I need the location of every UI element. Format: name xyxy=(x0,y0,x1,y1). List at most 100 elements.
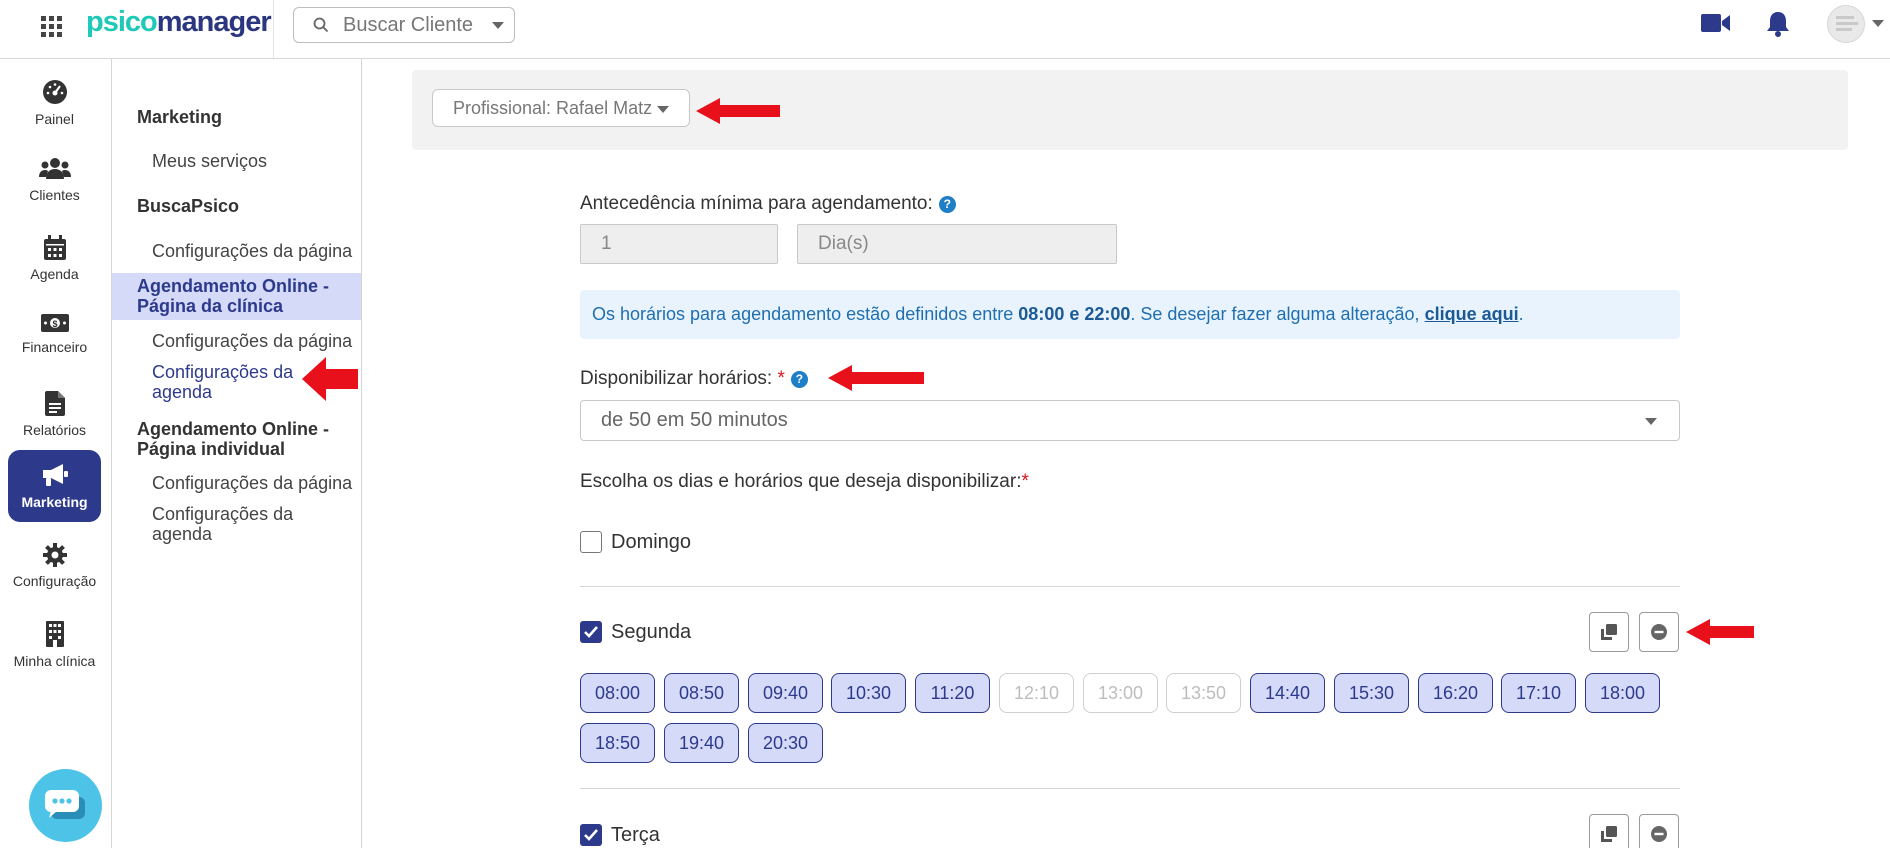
day-label-segunda: Segunda xyxy=(611,621,692,643)
user-avatar[interactable] xyxy=(1827,5,1865,43)
change-hours-link[interactable]: clique aqui xyxy=(1425,304,1519,325)
time-slot[interactable]: 20:30 xyxy=(748,723,823,763)
checkmark-icon xyxy=(584,829,598,841)
required-mark: * xyxy=(777,368,785,389)
time-slot[interactable]: 08:00 xyxy=(580,673,655,713)
day-label-terca: Terça xyxy=(611,824,660,846)
heading-line: Página da clínica xyxy=(137,296,284,316)
calendar-icon xyxy=(43,235,66,260)
link-line: agenda xyxy=(152,382,213,402)
time-slot[interactable]: 08:50 xyxy=(664,673,739,713)
divider xyxy=(580,788,1680,789)
info-text: . Se desejar fazer alguma alteração, xyxy=(1130,304,1420,324)
submenu-heading-buscapsico: BuscaPsico xyxy=(137,196,240,216)
time-slot[interactable]: 18:00 xyxy=(1585,673,1660,713)
copy-icon xyxy=(1601,826,1617,842)
clear-hours-button[interactable] xyxy=(1639,612,1679,652)
nav-label: Relatórios xyxy=(22,422,87,438)
annotation-arrow-left xyxy=(696,98,780,124)
escolha-dias-label: Escolha os dias e horários que deseja di… xyxy=(580,471,1029,493)
submenu-link-buscapsico-config[interactable]: Configurações da página xyxy=(152,241,352,261)
professional-select[interactable]: Profissional: Rafael Matz xyxy=(432,89,690,127)
apps-grid-icon[interactable] xyxy=(40,15,62,37)
time-slot[interactable]: 18:50 xyxy=(580,723,655,763)
minus-circle-icon xyxy=(1651,624,1667,640)
required-mark: * xyxy=(1021,471,1029,492)
time-slot[interactable]: 11:20 xyxy=(915,673,990,713)
nav-item-painel[interactable]: Painel xyxy=(8,67,101,139)
copy-icon xyxy=(1601,624,1617,640)
time-slot[interactable]: 17:10 xyxy=(1501,673,1576,713)
checkmark-icon xyxy=(584,626,598,638)
info-text: . xyxy=(1518,304,1524,324)
time-slot[interactable]: 15:30 xyxy=(1334,673,1409,713)
submenu-heading-agendamento-individual: Agendamento Online - Página individual xyxy=(137,419,329,459)
chevron-down-icon xyxy=(1645,418,1657,425)
nav-item-configuracao[interactable]: Configuração xyxy=(8,531,101,603)
checkbox-domingo[interactable] xyxy=(580,531,602,553)
nav-label: Painel xyxy=(35,111,74,127)
day-label-domingo: Domingo xyxy=(611,531,692,553)
time-slot[interactable]: 10:30 xyxy=(831,673,906,713)
submenu-link-meus-servicos[interactable]: Meus serviços xyxy=(152,151,267,171)
submenu-link-clinica-config-agenda[interactable]: Configurações da agenda xyxy=(152,362,293,402)
dashboard-gauge-icon xyxy=(42,80,67,104)
checkbox-terca[interactable] xyxy=(580,824,602,846)
nav-item-agenda[interactable]: Agenda xyxy=(8,223,101,295)
interval-select[interactable]: de 50 em 50 minutos xyxy=(580,400,1680,441)
user-menu-chevron-icon[interactable] xyxy=(1872,20,1884,27)
copy-hours-button[interactable] xyxy=(1589,612,1629,652)
bell-icon[interactable] xyxy=(1766,10,1790,38)
nav-item-marketing[interactable]: Marketing xyxy=(8,450,101,522)
interval-select-value: de 50 em 50 minutos xyxy=(601,409,788,431)
nav-item-relatorios[interactable]: Relatórios xyxy=(8,379,101,451)
megaphone-icon xyxy=(42,464,68,486)
logo-part-1: psico xyxy=(86,6,158,38)
search-input[interactable] xyxy=(343,13,488,37)
nav-item-financeiro[interactable]: $ Financeiro xyxy=(8,301,101,373)
disponibilizar-label-text: Disponibilizar horários: xyxy=(580,368,773,389)
time-slot[interactable]: 14:40 xyxy=(1250,673,1325,713)
time-slot[interactable]: 19:40 xyxy=(664,723,739,763)
annotation-arrow-left xyxy=(1686,619,1754,645)
submenu-link-clinica-config-pagina[interactable]: Configurações da página xyxy=(152,331,352,351)
building-icon xyxy=(45,621,64,647)
antecedencia-label-text: Antecedência mínima para agendamento: xyxy=(580,193,933,214)
app-logo[interactable]: psicomanager xyxy=(86,6,272,39)
client-search[interactable] xyxy=(293,7,515,43)
nav-label: Minha clínica xyxy=(13,653,96,669)
clear-hours-button[interactable] xyxy=(1639,814,1679,848)
link-line: Configurações da xyxy=(152,504,294,524)
heading-line: Agendamento Online - xyxy=(137,419,330,439)
marketing-submenu: Marketing Meus serviços BuscaPsico Confi… xyxy=(112,59,362,848)
time-slot[interactable]: 13:00 xyxy=(1083,673,1158,713)
heading-line: Agendamento Online - xyxy=(137,276,330,296)
nav-label: Clientes xyxy=(29,187,80,203)
minus-circle-icon xyxy=(1651,826,1667,842)
search-dropdown-icon[interactable] xyxy=(492,21,504,29)
time-slot[interactable]: 12:10 xyxy=(999,673,1074,713)
nav-item-minha-clinica[interactable]: Minha clínica xyxy=(8,609,101,681)
nav-item-clientes[interactable]: Clientes xyxy=(8,145,101,217)
antecedencia-label: Antecedência mínima para agendamento:? xyxy=(580,193,956,215)
gear-icon xyxy=(42,543,67,567)
help-icon[interactable]: ? xyxy=(938,196,956,213)
money-bill-icon: $ xyxy=(40,314,69,332)
time-slot[interactable]: 16:20 xyxy=(1418,673,1493,713)
video-camera-icon[interactable] xyxy=(1701,12,1731,34)
escolha-dias-label-text: Escolha os dias e horários que deseja di… xyxy=(580,471,1022,492)
help-icon[interactable]: ? xyxy=(790,371,808,388)
time-slot[interactable]: 13:50 xyxy=(1166,673,1241,713)
time-slot[interactable]: 09:40 xyxy=(748,673,823,713)
submenu-link-individual-config-pagina[interactable]: Configurações da página xyxy=(152,473,352,493)
copy-hours-button[interactable] xyxy=(1589,814,1629,848)
header-divider xyxy=(273,0,274,58)
link-line: agenda xyxy=(152,524,213,544)
checkbox-segunda[interactable] xyxy=(580,621,602,643)
document-icon xyxy=(44,391,65,416)
schedule-hours-info: Os horários para agendamento estão defin… xyxy=(580,290,1680,339)
nav-label: Marketing xyxy=(21,494,88,510)
support-chat-button[interactable] xyxy=(29,769,102,842)
annotation-arrow-left xyxy=(302,357,358,401)
submenu-link-individual-config-agenda[interactable]: Configurações da agenda xyxy=(152,504,293,544)
